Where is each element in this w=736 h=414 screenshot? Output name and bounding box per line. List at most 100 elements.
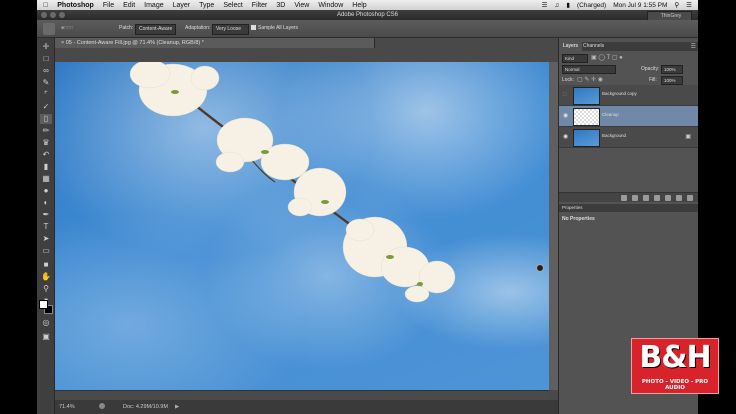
crop-tool-icon[interactable]: ⌜ (40, 90, 52, 100)
battery-status[interactable]: (Charged) (577, 2, 606, 9)
menu-help[interactable]: Help (352, 2, 366, 9)
new-layer-icon[interactable] (676, 195, 682, 201)
clone-stamp-tool-icon[interactable]: ♛ (40, 138, 52, 148)
lock-icon: ▣ (685, 134, 691, 140)
fill-input[interactable]: 100% (661, 76, 683, 85)
layer-cleanup[interactable]: ◉ Cleanup (559, 106, 698, 127)
lasso-tool-icon[interactable]: ∞ (40, 66, 52, 76)
hand-tool-icon[interactable]: ✋ (40, 272, 52, 282)
layer-background-copy[interactable]: □ Background copy (559, 85, 698, 106)
menu-edit[interactable]: Edit (123, 2, 135, 9)
marquee-tool-icon[interactable]: □ (40, 54, 52, 64)
tool-mode-icons[interactable]: ■□□□ (61, 25, 73, 31)
menu-app-photoshop[interactable]: Photoshop (57, 2, 94, 9)
bh-logo-tagline: PHOTO - VIDEO - PRO AUDIO (641, 379, 709, 391)
document-tab[interactable]: × 05 - Content-Aware Fill.jpg @ 71.4% (C… (55, 38, 375, 48)
layer-thumbnail (573, 108, 600, 126)
menu-file[interactable]: File (103, 2, 114, 9)
menu-type[interactable]: Type (199, 2, 214, 9)
no-properties-text: No Properties (562, 216, 595, 222)
document-area: × 05 - Content-Aware Fill.jpg @ 71.4% (C… (55, 38, 558, 414)
checkbox-checked-icon (251, 25, 256, 31)
lock-label: Lock: (562, 77, 574, 83)
layers-list: □ Background copy ◉ Cleanup ◉ Background… (559, 85, 698, 148)
3d-tool-icon[interactable]: ■ (40, 260, 52, 270)
eyedropper-tool-icon[interactable]: ✓ (40, 102, 52, 112)
filter-type-icons[interactable]: ▣ ◯ T ▢ ● (591, 54, 623, 61)
bh-logo: B&H PHOTO - VIDEO - PRO AUDIO (631, 338, 719, 394)
shape-tool-icon[interactable]: ▭ (40, 246, 52, 256)
menu-window[interactable]: Window (318, 2, 343, 9)
adaptation-select[interactable]: Very Loose (212, 24, 249, 35)
screen-mode-icon[interactable]: ▣ (40, 332, 52, 342)
image-canvas[interactable] (55, 62, 549, 390)
pen-tool-icon[interactable]: ✒ (40, 210, 52, 220)
foreground-color-swatch[interactable] (39, 300, 48, 309)
layer-name: Background (602, 133, 627, 138)
clock[interactable]: Mon Jul 9 1:55 PM (613, 2, 667, 9)
status-arrow-icon[interactable]: ▶ (175, 404, 179, 410)
menu-image[interactable]: Image (144, 2, 163, 9)
eye-icon[interactable]: ◉ (563, 133, 571, 141)
app-title-bar: Adobe Photoshop CS6 ThinGrey (37, 10, 698, 21)
list-icon[interactable]: ☰ (686, 1, 692, 9)
cursor-patch-icon (536, 264, 544, 272)
visibility-off-icon[interactable]: □ (563, 91, 571, 99)
battery-icon[interactable]: ▮ (566, 1, 570, 9)
menu-filter[interactable]: Filter (252, 2, 268, 9)
link-layers-icon[interactable] (621, 195, 627, 201)
path-selection-tool-icon[interactable]: ➤ (40, 234, 52, 244)
zoom-tool-icon[interactable]: ⚲ (40, 284, 52, 294)
eye-icon[interactable]: ◉ (563, 112, 571, 120)
horizontal-scrollbar[interactable] (55, 390, 549, 400)
move-tool-icon[interactable]: ✛ (40, 42, 52, 52)
options-bar: ■□□□ Patch: Content-Aware Adaptation: Ve… (37, 20, 698, 38)
blossom-clusters (129, 62, 456, 303)
close-icon[interactable] (41, 12, 47, 18)
properties-title: Properties (562, 205, 583, 210)
document-size[interactable]: Doc: 4.29M/10.9M (123, 404, 168, 410)
patch-tool-icon[interactable]: ▯ (40, 114, 52, 124)
menu-view[interactable]: View (294, 2, 309, 9)
tab-channels[interactable]: Channels (579, 42, 608, 51)
brush-tool-icon[interactable]: ✏ (40, 126, 52, 136)
fill-label: Fill: (649, 77, 657, 83)
patch-select[interactable]: Content-Aware (135, 24, 176, 35)
quick-select-tool-icon[interactable]: ✎ (40, 78, 52, 88)
gradient-tool-icon[interactable]: ▦ (40, 174, 52, 184)
blend-mode-select[interactable]: Normal (562, 65, 616, 74)
zoom-icon[interactable] (59, 12, 65, 18)
properties-panel-header[interactable]: Properties (559, 204, 698, 212)
new-group-icon[interactable] (665, 195, 671, 201)
quick-mask-icon[interactable]: ◎ (40, 318, 52, 328)
sample-all-layers-checkbox[interactable]: Sample All Layers (251, 25, 298, 31)
trash-icon[interactable] (687, 195, 693, 201)
menu-select[interactable]: Select (223, 2, 242, 9)
add-mask-icon[interactable] (643, 195, 649, 201)
lock-icons[interactable]: ▢ ✎ ✛ ◉ (577, 76, 603, 83)
layer-background[interactable]: ◉ Background ▣ (559, 127, 698, 148)
fx-icon[interactable] (632, 195, 638, 201)
kind-filter-select[interactable]: Kind (562, 54, 588, 63)
patch-tool-icon[interactable] (43, 23, 55, 35)
adaptation-label: Adaptation: (185, 25, 211, 31)
patch-label: Patch: (119, 25, 134, 31)
history-brush-tool-icon[interactable]: ↶ (40, 150, 52, 160)
status-info-icon[interactable] (99, 403, 105, 409)
volume-icon[interactable]: ♫ (554, 2, 559, 9)
opacity-input[interactable]: 100% (661, 65, 683, 74)
wifi-icon[interactable]: ☰ (542, 1, 548, 9)
eraser-tool-icon[interactable]: ▮ (40, 162, 52, 172)
menu-layer[interactable]: Layer (173, 2, 191, 9)
zoom-level[interactable]: 71.4% (59, 404, 75, 410)
minimize-icon[interactable] (50, 12, 56, 18)
vertical-scrollbar[interactable] (549, 62, 558, 390)
type-tool-icon[interactable]: T (40, 222, 52, 232)
adjustment-layer-icon[interactable] (654, 195, 660, 201)
panel-menu-icon[interactable]: ☰ (691, 43, 696, 50)
blur-tool-icon[interactable]: ● (40, 186, 52, 196)
menu-3d[interactable]: 3D (276, 2, 285, 9)
apple-icon[interactable]:  (43, 2, 48, 9)
spotlight-icon[interactable]: ⚲ (674, 1, 679, 9)
dodge-tool-icon[interactable]: ◐ (40, 198, 52, 208)
